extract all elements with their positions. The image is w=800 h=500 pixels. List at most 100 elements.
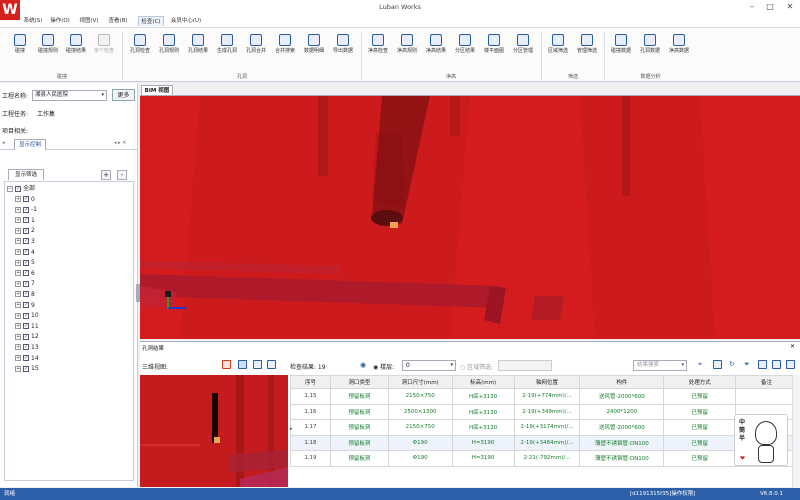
- hole-merge-button[interactable]: 孔洞合并: [242, 33, 270, 65]
- column-header[interactable]: 洞口类型: [329, 375, 389, 389]
- bim-3d-viewport[interactable]: [140, 96, 800, 339]
- checkbox[interactable]: ✓: [23, 312, 29, 319]
- expand-icon[interactable]: +: [15, 323, 21, 330]
- checkbox[interactable]: ✓: [15, 185, 21, 192]
- checkbox[interactable]: ✓: [23, 249, 29, 256]
- generate-hole-button[interactable]: 生成孔洞: [213, 33, 241, 65]
- tab-display-control[interactable]: 显示控制: [14, 139, 46, 150]
- save-icon[interactable]: [786, 360, 795, 369]
- tree-node-floor[interactable]: + ✓ 7: [7, 279, 131, 290]
- column-header[interactable]: 序号: [290, 375, 331, 389]
- floor-radio[interactable]: ◉ 楼层:: [373, 362, 394, 371]
- expand-all-button[interactable]: +: [101, 170, 111, 180]
- expand-icon[interactable]: +: [15, 238, 21, 245]
- export-icon[interactable]: [267, 360, 276, 369]
- expand-icon[interactable]: +: [15, 302, 21, 309]
- project-select[interactable]: 湘县人民医院 ▾: [32, 90, 107, 101]
- expand-icon[interactable]: +: [15, 291, 21, 298]
- floor-select[interactable]: 0 ▾: [402, 360, 456, 371]
- splitter-handle[interactable]: [136, 284, 140, 302]
- checkbox[interactable]: ✓: [23, 238, 29, 245]
- more-button[interactable]: 更多: [112, 89, 135, 101]
- column-header[interactable]: 标高(mm): [451, 375, 515, 389]
- checkbox[interactable]: ✓: [23, 302, 29, 309]
- checkbox[interactable]: ✓: [23, 270, 29, 277]
- table-row[interactable]: 1.16 预留板洞 2500×1300 H底+3130 2-19(+349mm)/...…: [290, 403, 798, 420]
- single-check-button[interactable]: 单个检查: [90, 33, 118, 65]
- close-button[interactable]: ✕: [782, 2, 798, 12]
- merge-search-button[interactable]: 合并搜索: [271, 33, 299, 65]
- table-row[interactable]: 1.15 预留板洞 2150×750 H底+3130 2-19(+774mm)/... 送…: [290, 388, 798, 405]
- expand-icon[interactable]: +: [15, 312, 21, 319]
- expand-icon[interactable]: +: [15, 196, 21, 203]
- checkbox[interactable]: ✓: [23, 365, 29, 372]
- share-icon[interactable]: [713, 360, 722, 369]
- checkbox[interactable]: ✓: [23, 227, 29, 234]
- data-detail-button[interactable]: 数据明细: [300, 33, 328, 65]
- tab-scroll-left-icon[interactable]: ◂: [2, 140, 5, 146]
- close-icon[interactable]: ✕: [790, 343, 795, 350]
- hole-result-button[interactable]: 孔洞结果: [184, 33, 212, 65]
- menu-tools[interactable]: 查看(B): [106, 16, 130, 26]
- tree-node-floor[interactable]: + ✓ 9: [7, 301, 131, 312]
- checkbox[interactable]: ✓: [23, 333, 29, 340]
- tree-node-floor[interactable]: + ✓ -1: [7, 205, 131, 216]
- checkbox[interactable]: ✓: [23, 280, 29, 287]
- collision-data-button[interactable]: 碰撞数据: [607, 33, 635, 65]
- eye-icon[interactable]: ◉: [360, 361, 366, 369]
- tree-node-floor[interactable]: + ✓ 0: [7, 195, 131, 206]
- expand-icon[interactable]: +: [15, 227, 21, 234]
- clearance-rules-button[interactable]: 净高规则: [393, 33, 421, 65]
- column-header[interactable]: 备注: [735, 375, 798, 389]
- expand-icon[interactable]: +: [15, 259, 21, 266]
- hole-3d-preview[interactable]: [140, 375, 288, 487]
- display-filter-tab[interactable]: 显示筛选: [8, 169, 44, 180]
- clearance-result-button[interactable]: 净高结果: [422, 33, 450, 65]
- tree-node-floor[interactable]: + ✓ 1: [7, 216, 131, 227]
- menu-check[interactable]: 检查(C): [138, 16, 164, 26]
- expand-icon[interactable]: +: [15, 344, 21, 351]
- expand-icon[interactable]: +: [15, 217, 21, 224]
- tree-node-floor[interactable]: + ✓ 14: [7, 354, 131, 365]
- checkbox[interactable]: ✓: [23, 259, 29, 266]
- hole-check-button[interactable]: 孔洞检查: [126, 33, 154, 65]
- column-header[interactable]: 轴网位置: [513, 375, 581, 389]
- mascot-widget[interactable]: 中 筒 半 ❤: [734, 414, 788, 466]
- fullscreen-icon[interactable]: [238, 360, 247, 369]
- column-header[interactable]: 构件: [579, 375, 665, 389]
- tree-node-floor[interactable]: + ✓ 12: [7, 332, 131, 343]
- export-data-button[interactable]: 导出数据: [329, 33, 357, 65]
- zone-manage-button[interactable]: 分区管理: [509, 33, 537, 65]
- list-icon[interactable]: [758, 360, 767, 369]
- expand-icon[interactable]: +: [15, 270, 21, 277]
- floor-plan-button[interactable]: 楼平面图: [480, 33, 508, 65]
- tree-node-floor[interactable]: + ✓ 3: [7, 237, 131, 248]
- maximize-button[interactable]: □: [762, 2, 778, 12]
- table-row[interactable]: 1.19 预留板洞 Φ190 H=3190 2-21(-792mm)/... 薄壁不锈钢管…: [290, 450, 798, 467]
- checkbox[interactable]: ✓: [23, 217, 29, 224]
- checkbox[interactable]: ✓: [23, 291, 29, 298]
- checkbox[interactable]: ✓: [23, 196, 29, 203]
- expand-icon[interactable]: +: [15, 249, 21, 256]
- tab-nav-icons[interactable]: ◂ ▸ ✕: [114, 140, 126, 146]
- checkbox[interactable]: ✓: [23, 355, 29, 361]
- minimize-button[interactable]: –: [744, 2, 760, 12]
- expand-icon[interactable]: +: [15, 206, 21, 213]
- menu-operation[interactable]: 操作(O): [48, 16, 72, 26]
- tree-node-floor[interactable]: + ✓ 6: [7, 269, 131, 280]
- filter-icon[interactable]: ⏷: [744, 360, 750, 369]
- hole-rules-button[interactable]: 孔洞规则: [155, 33, 183, 65]
- copy-icon[interactable]: [253, 360, 262, 369]
- menu-member[interactable]: 会员中心(U): [170, 16, 202, 26]
- tree-node-floor[interactable]: + ✓ 10: [7, 311, 131, 322]
- clearance-data-button[interactable]: 净高数据: [665, 33, 693, 65]
- table-row[interactable]: 1.18 预留板洞 Φ190 H=3190 2-19(+3484mm)/... 薄壁不锈钢…: [290, 434, 798, 451]
- area-filter-radio[interactable]: ○ 区域筛选:: [460, 362, 493, 371]
- column-header[interactable]: 洞口尺寸(mm): [387, 375, 453, 389]
- expand-icon[interactable]: +: [15, 365, 21, 372]
- columns-icon[interactable]: [772, 360, 781, 369]
- tree-node-floor[interactable]: + ✓ 2: [7, 226, 131, 237]
- hole-data-button[interactable]: 孔洞数据: [636, 33, 664, 65]
- collapse-all-button[interactable]: -: [117, 170, 127, 180]
- expand-icon[interactable]: +: [15, 333, 21, 340]
